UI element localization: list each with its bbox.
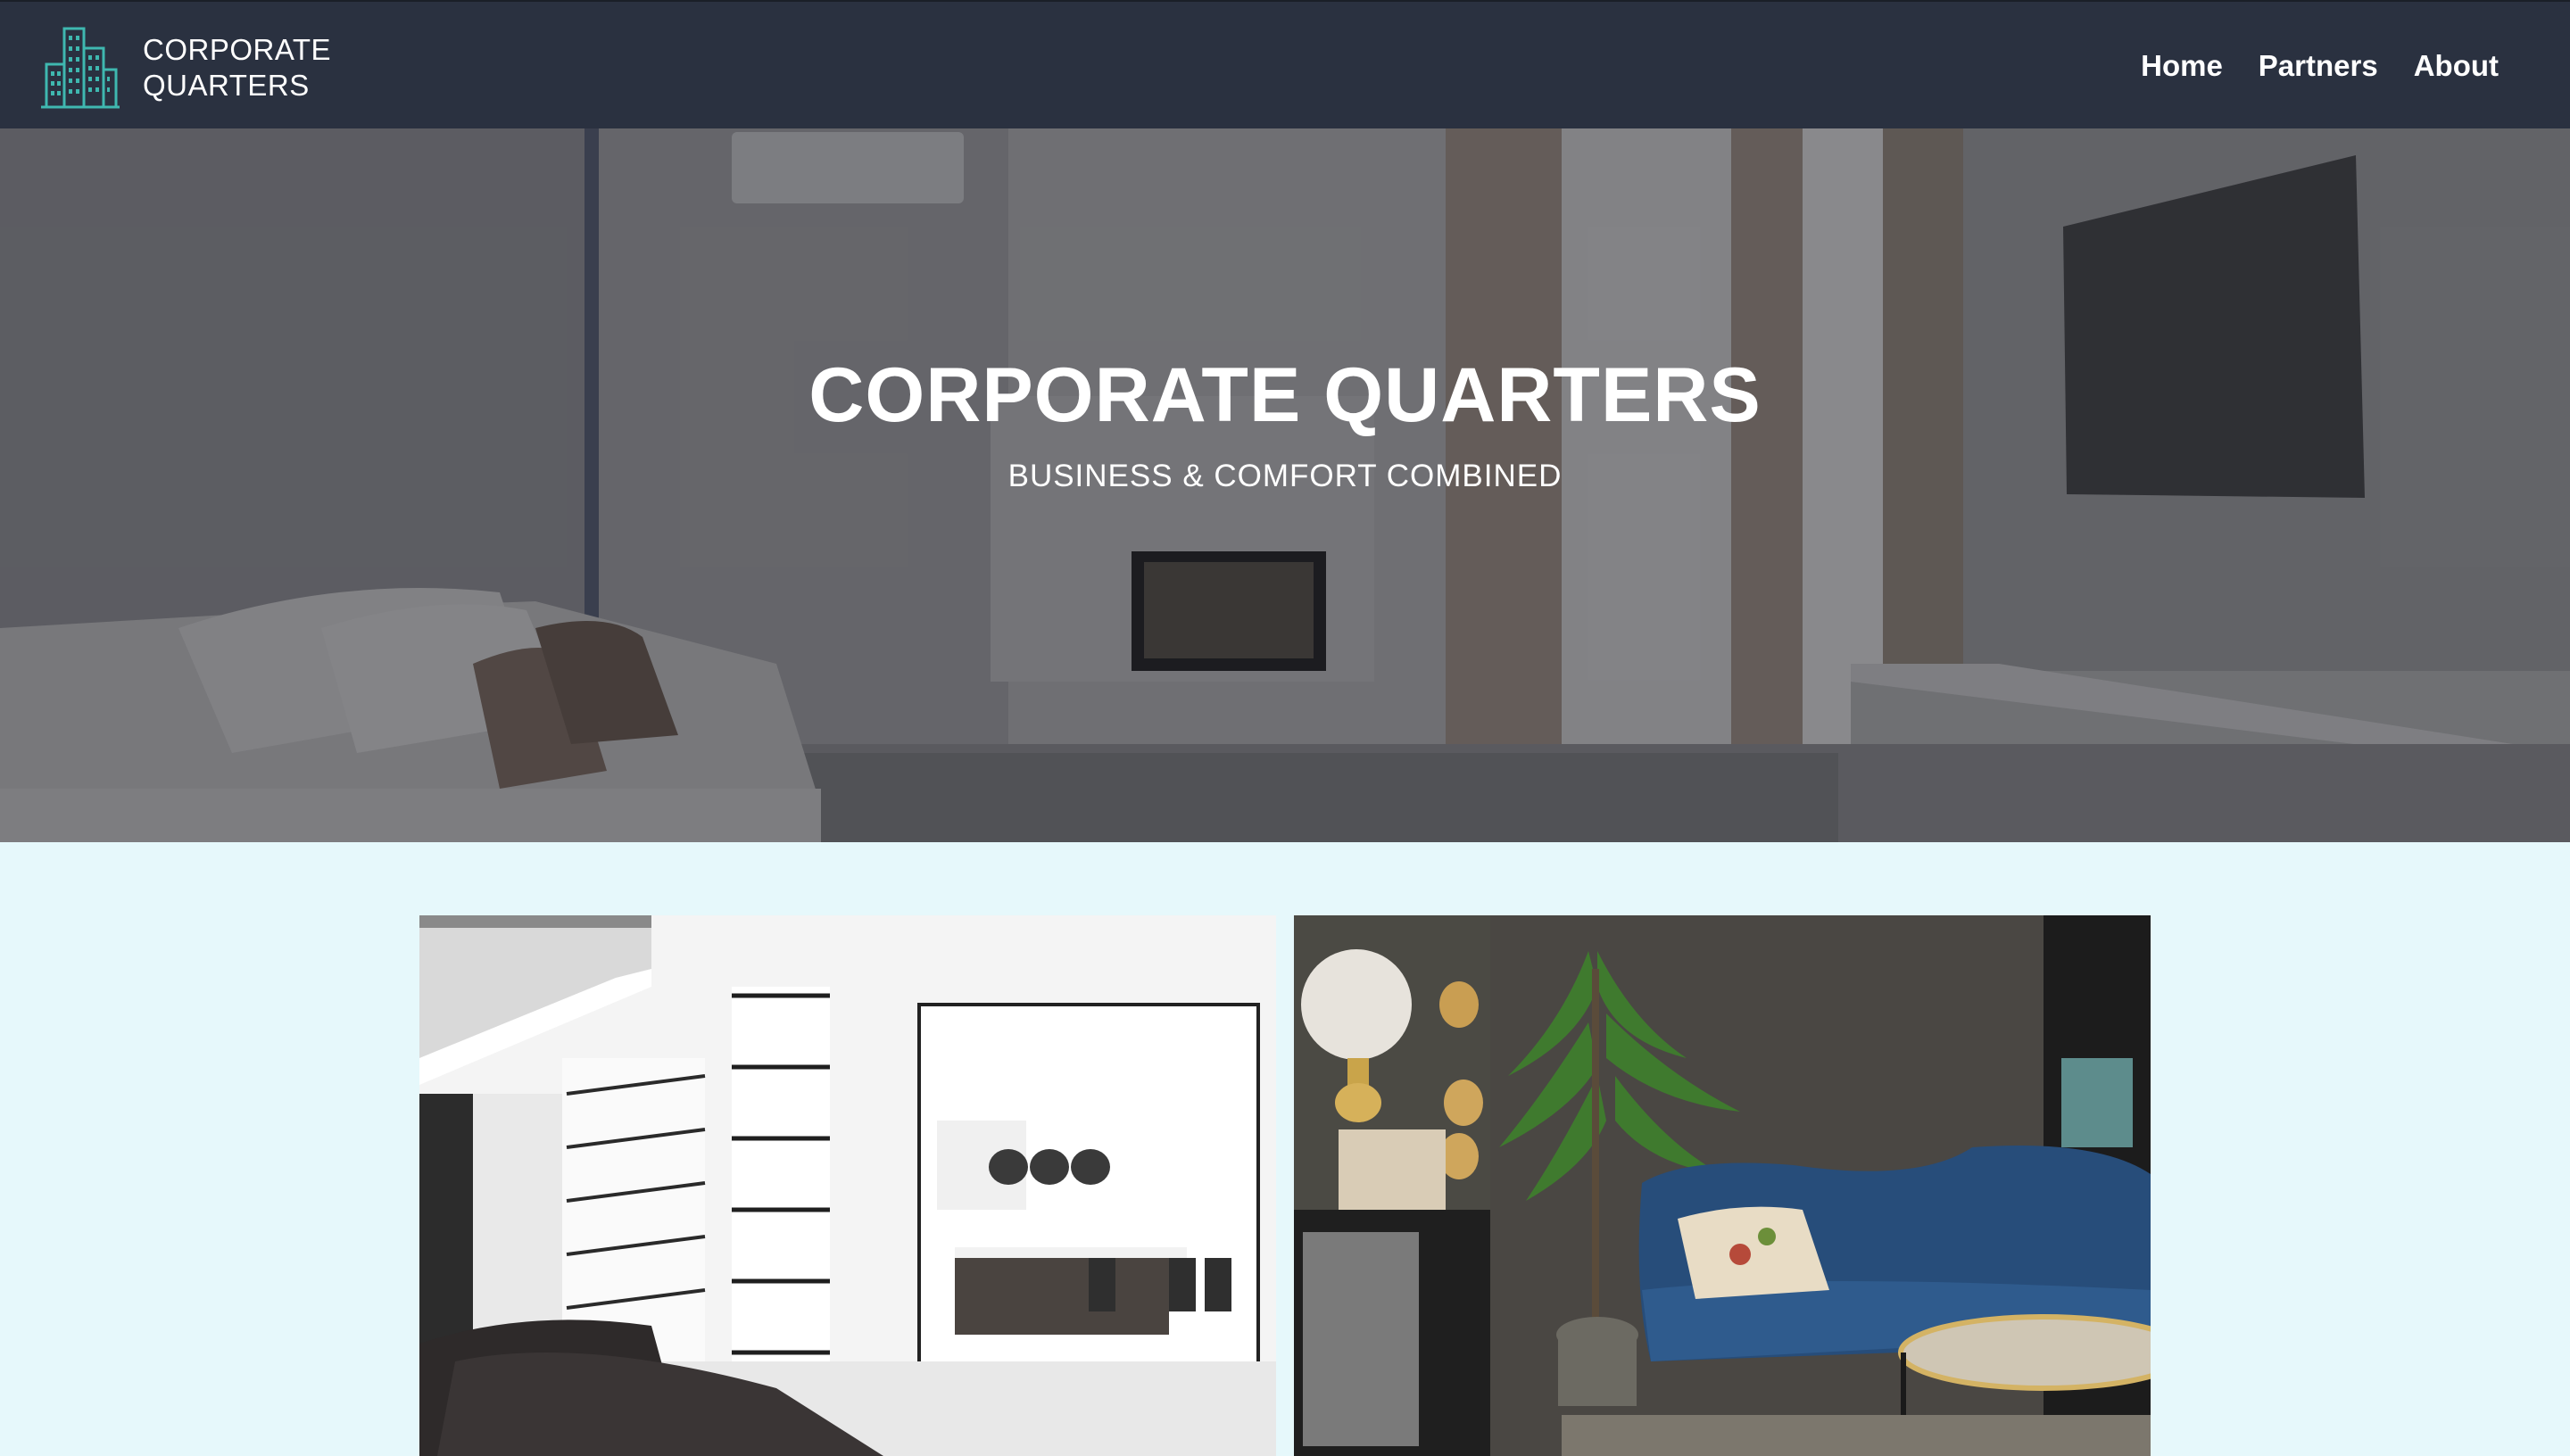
navbar: CORPORATE QUARTERS Home Partners About bbox=[0, 0, 2570, 128]
nav-link-about[interactable]: About bbox=[2414, 49, 2499, 83]
brand[interactable]: CORPORATE QUARTERS bbox=[39, 23, 331, 112]
nav-link-partners[interactable]: Partners bbox=[2259, 49, 2378, 83]
brand-line-1: CORPORATE bbox=[143, 33, 332, 66]
modern-interior-image bbox=[419, 915, 1276, 1456]
hero-banner: CORPORATE QUARTERS BUSINESS & COMFORT CO… bbox=[0, 128, 2570, 842]
brand-line-2: QUARTERS bbox=[143, 69, 310, 102]
gallery-image-living-room bbox=[1294, 915, 2151, 1456]
brand-name: CORPORATE QUARTERS bbox=[143, 32, 331, 103]
hero-title: CORPORATE QUARTERS bbox=[808, 352, 1762, 438]
gallery bbox=[419, 915, 2151, 1456]
nav-link-home[interactable]: Home bbox=[2141, 49, 2223, 83]
hero-subtitle: BUSINESS & COMFORT COMBINED bbox=[1007, 459, 1563, 493]
living-room-image bbox=[1294, 915, 2151, 1456]
nav-links: Home Partners About bbox=[2141, 2, 2499, 130]
buildings-icon bbox=[41, 27, 120, 109]
gallery-image-modern-interior bbox=[419, 915, 1276, 1456]
